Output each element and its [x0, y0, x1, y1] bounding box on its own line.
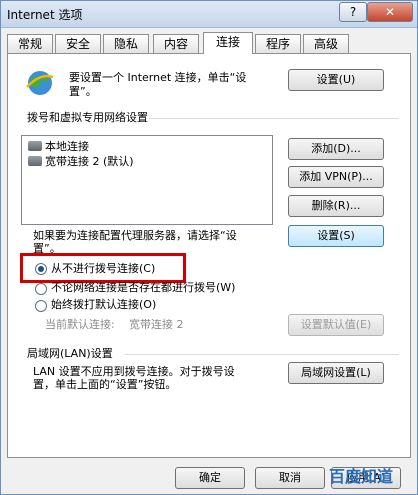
lan-settings-button[interactable]: 局域网设置(L)	[288, 362, 384, 384]
set-default-button[interactable]: 设置默认值(E)	[288, 314, 384, 336]
radio-dial-whenever-label[interactable]: 不论网络连接是否存在都进行拨号(W)	[51, 281, 235, 295]
tab-general[interactable]: 常规	[7, 34, 53, 53]
window-title: Internet 选项	[7, 8, 83, 22]
lan-text-line2: 置，单击上面的“设置”按钮。	[33, 378, 177, 391]
list-item-local-connection[interactable]: 本地连接	[28, 139, 89, 154]
lan-text-line1: LAN 设置不应用到拨号连接。对于拨号设	[33, 365, 235, 378]
title-bar[interactable]: Internet 选项 ? ✕	[1, 1, 417, 28]
tab-advanced[interactable]: 高级	[303, 34, 349, 53]
proxy-settings-button[interactable]: 设置(S)	[288, 225, 384, 247]
dialup-group-header: 拨号和虚拟专用网络设置	[27, 111, 148, 124]
add-button[interactable]: 添加(D)...	[288, 138, 384, 160]
list-item-broadband-connection[interactable]: 宽带连接 2 (默认)	[28, 154, 134, 169]
connections-list[interactable]: 本地连接 宽带连接 2 (默认)	[21, 135, 273, 225]
add-vpn-button[interactable]: 添加 VPN(P)...	[288, 166, 384, 188]
internet-globe-icon	[26, 71, 54, 95]
dialup-group-divider	[149, 118, 399, 119]
setup-text-line2: 置”。	[69, 85, 97, 98]
radio-always-dial-default-label[interactable]: 始终拨打默认连接(O)	[51, 298, 156, 312]
radio-always-dial-default[interactable]	[35, 300, 47, 312]
current-default-value: 宽带连接 2	[129, 318, 184, 331]
ok-button[interactable]: 确定	[175, 467, 245, 489]
connection-icon	[28, 141, 42, 151]
tab-strip: 常规 安全 隐私 内容 连接 程序 高级	[7, 32, 411, 54]
internet-options-window: Internet 选项 ? ✕ 常规 安全 隐私 内容 连接 程序 高级 要设置…	[0, 0, 418, 495]
delete-button[interactable]: 删除(R)...	[288, 195, 384, 217]
connection-icon	[28, 156, 42, 166]
tab-privacy[interactable]: 隐私	[103, 34, 149, 53]
current-default-label: 当前默认连接:	[45, 318, 115, 331]
watermark-logo: 百度知道	[329, 467, 394, 486]
red-highlight-box	[20, 253, 186, 283]
setup-button[interactable]: 设置(U)	[288, 69, 384, 91]
cancel-button[interactable]: 取消	[255, 467, 325, 489]
tab-content[interactable]: 内容	[153, 34, 199, 53]
lan-group-divider	[125, 354, 399, 355]
proxy-text-line1: 如果要为连接配置代理服务器，请选择“设	[33, 229, 237, 242]
setup-text-line1: 要设置一个 Internet 连接，单击“设	[69, 71, 247, 84]
tab-security[interactable]: 安全	[55, 34, 101, 53]
help-icon[interactable]: ?	[339, 2, 367, 22]
close-icon[interactable]: ✕	[367, 2, 413, 22]
radio-dial-whenever[interactable]	[35, 283, 47, 295]
tab-programs[interactable]: 程序	[255, 34, 301, 53]
lan-group-header: 局域网(LAN)设置	[27, 347, 113, 360]
tab-connections[interactable]: 连接	[203, 32, 253, 54]
